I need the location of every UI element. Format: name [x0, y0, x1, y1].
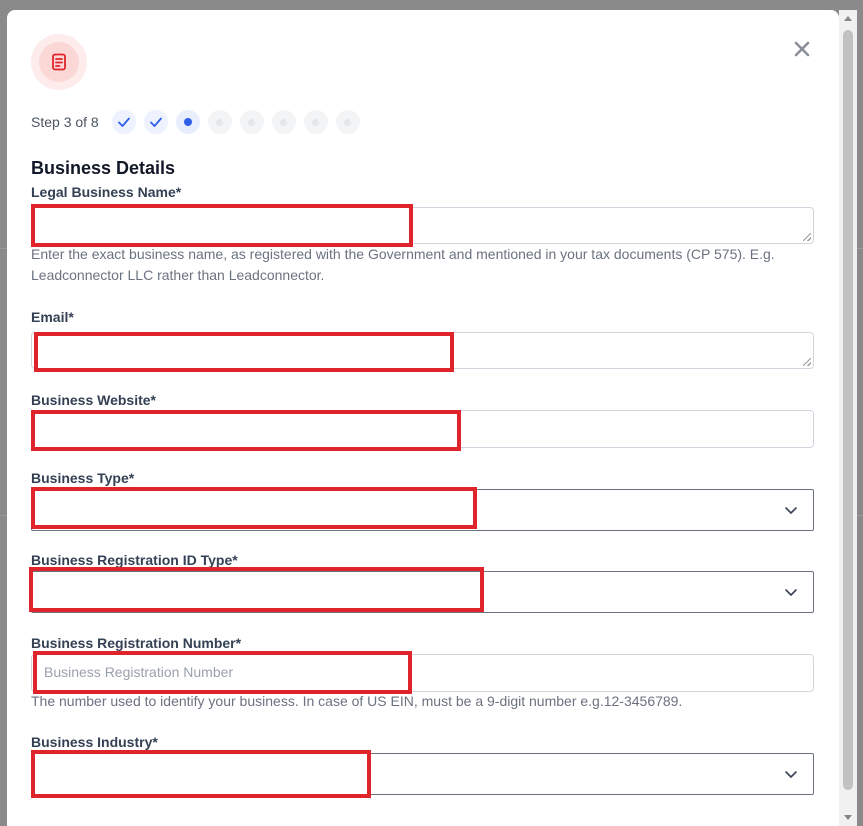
close-button[interactable]: [791, 38, 813, 60]
section-title: Business Details: [31, 158, 176, 178]
document-icon: [52, 53, 66, 71]
step-label: Step 3 of 8: [31, 114, 99, 130]
industry-select[interactable]: [31, 753, 814, 795]
modal-scrollbar[interactable]: [839, 10, 857, 826]
scrollbar-thumb[interactable]: [843, 30, 853, 790]
header-icon-badge: [31, 34, 87, 90]
resize-handle[interactable]: [803, 358, 811, 366]
step-4-pending: [207, 110, 232, 134]
registration-id-type-label: Business Registration ID Type*: [31, 552, 238, 568]
website-input[interactable]: [31, 410, 814, 448]
business-details-modal: Step 3 of 8 Business Details Legal Busin…: [7, 10, 839, 826]
chevron-down-icon: [785, 589, 797, 596]
legal-name-help: Enter the exact business name, as regist…: [31, 246, 775, 283]
registration-number-input[interactable]: Business Registration Number: [31, 654, 814, 692]
legal-name-input[interactable]: [31, 207, 814, 244]
step-3-current: [175, 110, 200, 134]
step-6-pending: [271, 110, 296, 134]
check-icon: [149, 117, 162, 127]
email-label: Email*: [31, 309, 74, 325]
registration-number-placeholder: Business Registration Number: [44, 664, 234, 680]
step-8-pending: [335, 110, 360, 134]
registration-number-help: The number used to identify your busines…: [31, 693, 683, 709]
registration-id-type-select[interactable]: [31, 571, 814, 613]
close-icon: [794, 41, 810, 57]
check-icon: [117, 117, 130, 127]
website-label: Business Website*: [31, 392, 157, 408]
progress-stepper: Step 3 of 8: [31, 110, 368, 134]
email-field[interactable]: [31, 332, 814, 369]
step-7-pending: [303, 110, 328, 134]
chevron-down-icon: [785, 771, 797, 778]
step-1-complete: [111, 110, 136, 134]
chevron-down-icon: [785, 507, 797, 514]
resize-handle[interactable]: [803, 233, 811, 241]
legal-name-label: Legal Business Name*: [31, 184, 182, 200]
scroll-down-arrow[interactable]: [844, 815, 852, 820]
step-5-pending: [239, 110, 264, 134]
business-type-label: Business Type*: [31, 470, 135, 486]
registration-number-label: Business Registration Number*: [31, 635, 242, 651]
step-2-complete: [143, 110, 168, 134]
industry-label: Business Industry*: [31, 734, 158, 750]
business-type-select[interactable]: [31, 489, 814, 531]
scroll-up-arrow[interactable]: [844, 16, 852, 21]
